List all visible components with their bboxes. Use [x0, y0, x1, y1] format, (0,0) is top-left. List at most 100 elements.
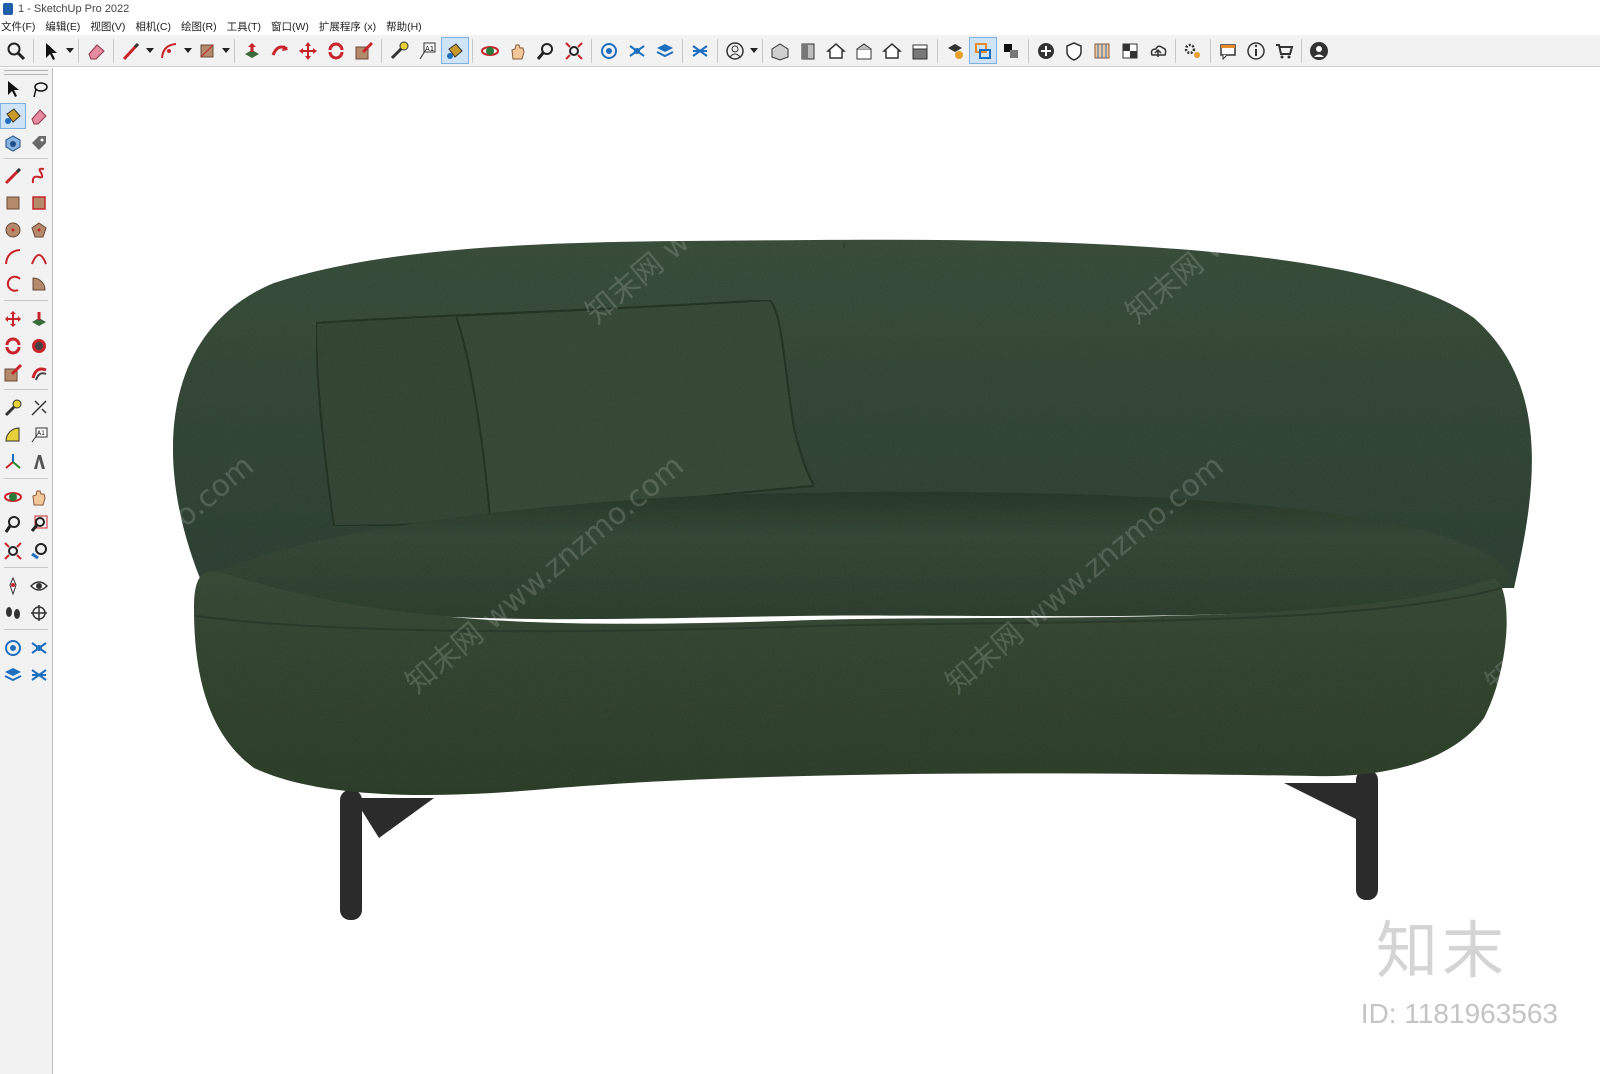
text-icon[interactable]: A1 — [26, 422, 52, 448]
freehand-icon[interactable] — [26, 163, 52, 189]
menu-edit[interactable]: 编辑(E) — [40, 19, 85, 34]
back-view-icon[interactable] — [878, 37, 906, 64]
right-view-icon[interactable] — [850, 37, 878, 64]
top-view-icon[interactable] — [822, 37, 850, 64]
zoom-extents-icon[interactable] — [560, 37, 588, 64]
cart-icon[interactable] — [1270, 37, 1298, 64]
select-icon[interactable] — [0, 76, 26, 102]
left-view-icon[interactable] — [906, 37, 934, 64]
rotate-icon[interactable] — [0, 333, 26, 359]
zoom-extents-icon[interactable] — [0, 538, 26, 564]
arc-icon[interactable] — [0, 244, 26, 270]
user-icon[interactable] — [1305, 37, 1333, 64]
circle-icon[interactable] — [0, 217, 26, 243]
iso-view-icon[interactable] — [766, 37, 794, 64]
rotate-icon[interactable] — [322, 37, 350, 64]
section-plane-icon[interactable] — [26, 600, 52, 626]
pan-icon[interactable] — [26, 484, 52, 510]
message-icon[interactable] — [1214, 37, 1242, 64]
menu-view[interactable]: 视图(V) — [85, 19, 130, 34]
move-icon[interactable] — [294, 37, 322, 64]
toolbar-grip[interactable] — [4, 70, 48, 75]
menu-extensions[interactable]: 扩展程序 (x) — [314, 19, 381, 34]
offset-icon[interactable] — [26, 360, 52, 386]
pencil-dropdown[interactable] — [145, 37, 155, 64]
protractor-icon[interactable] — [0, 422, 26, 448]
account-icon[interactable] — [721, 37, 749, 64]
section-display-icon[interactable] — [997, 37, 1025, 64]
extension-icon[interactable] — [623, 37, 651, 64]
lasso-icon[interactable] — [26, 76, 52, 102]
rectangle-icon[interactable] — [0, 190, 26, 216]
eraser-icon[interactable] — [82, 37, 110, 64]
paint-bucket-icon[interactable] — [441, 37, 469, 64]
polygon-icon[interactable] — [26, 217, 52, 243]
section-plane-icon[interactable] — [969, 37, 997, 64]
scale-icon[interactable] — [0, 360, 26, 386]
orbit-icon[interactable] — [476, 37, 504, 64]
axes-icon[interactable] — [0, 449, 26, 475]
model-viewport[interactable]: 知末 ID: 1181963563 知末网 www.znzmo.com 知末网 w… — [54, 68, 1600, 1074]
pie-icon[interactable] — [26, 271, 52, 297]
pushpull-icon[interactable] — [26, 306, 52, 332]
menu-tools[interactable]: 工具(T) — [222, 19, 266, 34]
two-point-arc-icon[interactable] — [26, 244, 52, 270]
rectangle-icon[interactable] — [193, 37, 221, 64]
tape-measure-icon[interactable] — [0, 395, 26, 421]
previous-view-icon[interactable] — [26, 538, 52, 564]
pencil-icon[interactable] — [117, 37, 145, 64]
tag-icon[interactable] — [26, 130, 52, 156]
paint-bucket-icon[interactable] — [0, 103, 26, 129]
arc-icon[interactable] — [155, 37, 183, 64]
move-icon[interactable] — [0, 306, 26, 332]
rectangle-dropdown[interactable] — [221, 37, 231, 64]
info-icon[interactable] — [1242, 37, 1270, 64]
orbit-icon[interactable] — [0, 484, 26, 510]
tape-measure-icon[interactable] — [385, 37, 413, 64]
zoom-window-icon[interactable] — [532, 37, 560, 64]
front-view-icon[interactable] — [794, 37, 822, 64]
dimension-icon[interactable] — [26, 395, 52, 421]
component-icon[interactable] — [0, 130, 26, 156]
menu-draw[interactable]: 绘图(R) — [176, 19, 222, 34]
menu-window[interactable]: 窗口(W) — [266, 19, 314, 34]
menu-file[interactable]: 文件(F) — [0, 19, 40, 34]
position-camera-icon[interactable] — [0, 573, 26, 599]
pan-icon[interactable] — [504, 37, 532, 64]
scale-icon[interactable] — [350, 37, 378, 64]
pushpull-icon[interactable] — [238, 37, 266, 64]
three-point-arc-icon[interactable] — [0, 271, 26, 297]
look-around-icon[interactable] — [26, 573, 52, 599]
account-dropdown[interactable] — [749, 37, 759, 64]
menu-help[interactable]: 帮助(H) — [381, 19, 427, 34]
add-location-icon[interactable] — [1032, 37, 1060, 64]
select-dropdown[interactable] — [65, 37, 75, 64]
warehouse-icon[interactable] — [595, 37, 623, 64]
select-icon[interactable] — [37, 37, 65, 64]
match-photo-icon[interactable] — [1116, 37, 1144, 64]
settings-icon[interactable] — [1179, 37, 1207, 64]
eraser-icon[interactable] — [26, 103, 52, 129]
followme-icon[interactable] — [26, 333, 52, 359]
solid-inspector-icon[interactable] — [941, 37, 969, 64]
extension-warehouse-icon[interactable] — [26, 635, 52, 661]
menu-camera[interactable]: 相机(C) — [130, 19, 176, 34]
zoom-icon[interactable] — [2, 37, 30, 64]
rotated-rectangle-icon[interactable] — [26, 190, 52, 216]
zoom-icon[interactable] — [0, 511, 26, 537]
fog-icon[interactable] — [1088, 37, 1116, 64]
sandbox-icon[interactable] — [26, 662, 52, 688]
layers-icon[interactable] — [651, 37, 679, 64]
followme-icon[interactable] — [266, 37, 294, 64]
walk-icon[interactable] — [0, 600, 26, 626]
shadow-icon[interactable] — [1060, 37, 1088, 64]
warehouse-icon[interactable] — [0, 635, 26, 661]
3d-text-icon[interactable] — [26, 449, 52, 475]
upload-icon[interactable] — [1144, 37, 1172, 64]
text-icon[interactable]: A1 — [413, 37, 441, 64]
pencil-icon[interactable] — [0, 163, 26, 189]
layers-icon[interactable] — [0, 662, 26, 688]
arc-dropdown[interactable] — [183, 37, 193, 64]
zoom-window-icon[interactable] — [26, 511, 52, 537]
sandbox-icon[interactable] — [686, 37, 714, 64]
